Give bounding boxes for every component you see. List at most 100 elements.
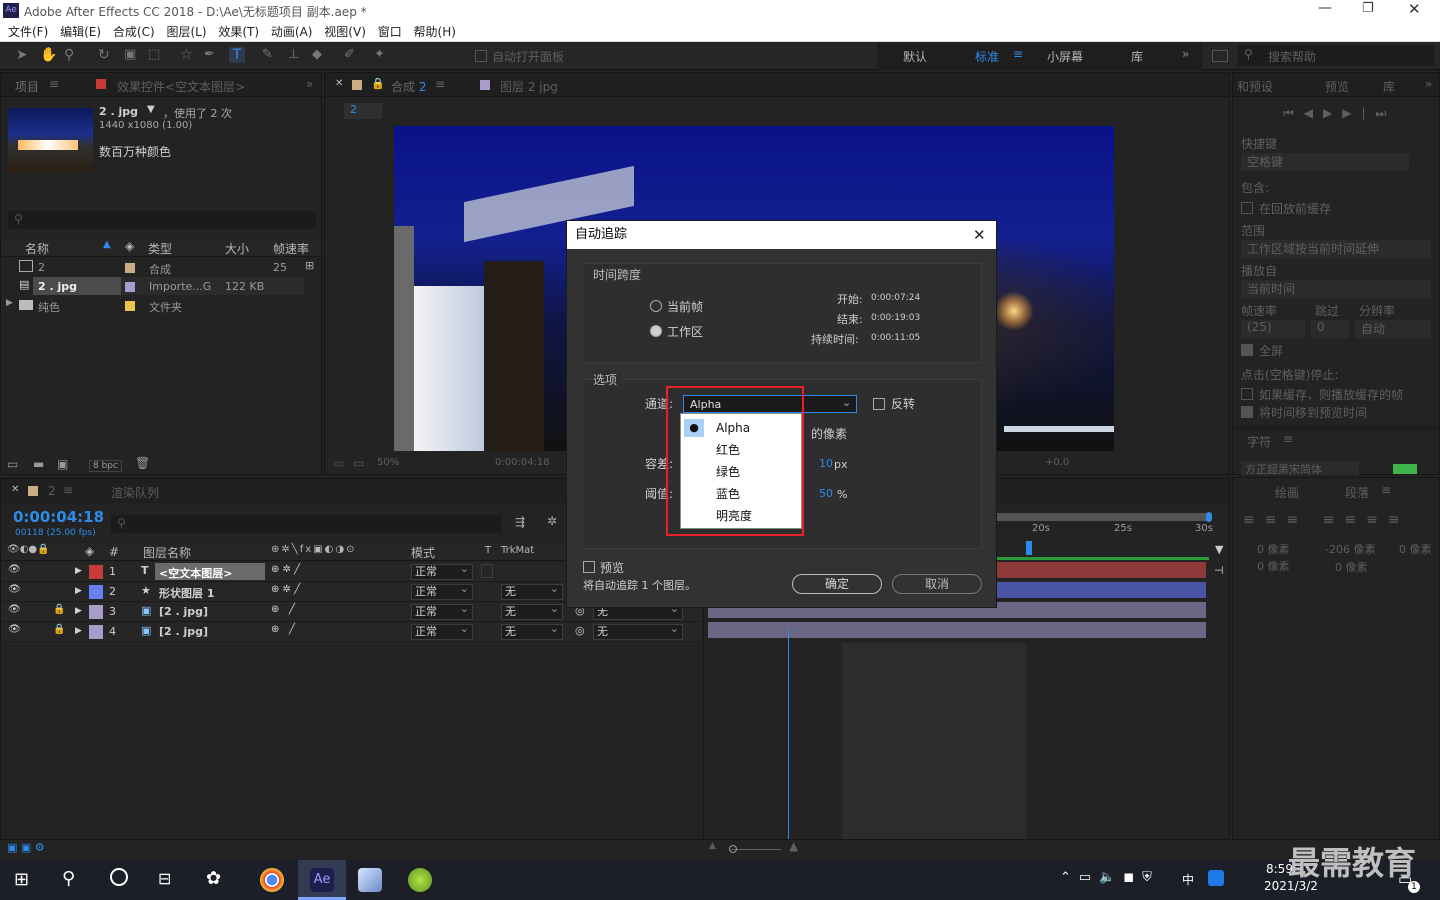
layer-name[interactable]: 形状图层 1 (159, 585, 214, 601)
expand-arrow-icon[interactable]: ▶ (75, 566, 82, 576)
menu-composition[interactable]: 合成(C) (113, 22, 155, 42)
layer-bar-4[interactable] (708, 622, 1206, 638)
ime-indicator[interactable]: 中 (1182, 871, 1194, 888)
layer-switch-icons[interactable]: ⊕ ╱ (271, 604, 295, 615)
snapshot-icon[interactable]: ▭ (333, 456, 344, 470)
col-type[interactable]: 类型 (148, 240, 172, 257)
zoom-in-icon[interactable]: ▲ (789, 839, 798, 853)
layer-mode-select[interactable]: 正常 (411, 602, 473, 620)
move-time-checkbox[interactable] (1241, 406, 1253, 418)
menu-effect[interactable]: 效果(T) (218, 22, 259, 42)
more-panels-icon[interactable]: » (1425, 77, 1432, 91)
close-tab-icon[interactable]: ✕ (335, 78, 343, 89)
layer-mode-select[interactable]: 正常 (411, 622, 473, 640)
menu-view[interactable]: 视图(V) (324, 22, 366, 42)
playback-controls[interactable]: ⏮◀▶▶|⏭ (1283, 106, 1396, 121)
lock-icon[interactable]: 🔒 (53, 624, 65, 635)
zoom-out-icon[interactable]: ▲ (709, 841, 716, 851)
shape-tool-icon[interactable]: ☆ (180, 47, 196, 63)
radio-current-frame[interactable] (650, 300, 662, 312)
trash-icon[interactable]: 🗑 (135, 456, 150, 470)
layer-switch-icons[interactable]: ⊕ ╱ (271, 624, 295, 635)
layer-switch-icons[interactable]: ⊕ ✲ ╱ (271, 584, 300, 595)
layer-name[interactable]: <空文本图层> (159, 565, 232, 581)
workspace-standard[interactable]: 标准 (975, 48, 999, 65)
menu-edit[interactable]: 编辑(E) (60, 22, 101, 42)
camera-tool-icon[interactable]: ▣ (124, 47, 140, 63)
minimize-button[interactable]: — (1318, 0, 1332, 16)
fps-select[interactable]: (25) (1241, 320, 1305, 338)
layer-name[interactable]: [2 . jpg] (159, 625, 208, 638)
timeline-search[interactable]: ⚲ (111, 515, 501, 533)
timeline-timecode[interactable]: 0:00:04:18 (13, 508, 104, 526)
clone-stamp-tool-icon[interactable]: ⊥ (288, 47, 304, 63)
timeline-nav-icon[interactable]: ⊣ (1214, 564, 1224, 577)
col-mode[interactable]: 模式 (411, 544, 435, 561)
task-view-icon[interactable]: ⊟ (158, 869, 171, 888)
visibility-icon[interactable]: 👁 (8, 564, 21, 575)
dialog-close-icon[interactable]: ✕ (973, 221, 986, 249)
character-menu-icon[interactable]: ≡ (1283, 432, 1293, 446)
zoom-slider[interactable]: ▲ ▲ (709, 839, 805, 855)
expand-arrow-icon[interactable]: ▶ (6, 298, 13, 308)
parent-pickwhip-icon[interactable]: ◎ (575, 624, 585, 637)
ok-button[interactable]: 确定 (792, 574, 882, 594)
paragraph-menu-icon[interactable]: ≡ (1381, 483, 1391, 497)
close-tab-icon[interactable]: ✕ (11, 484, 19, 495)
eraser-tool-icon[interactable]: ◆ (312, 47, 328, 63)
expand-arrow-icon[interactable]: ▶ (75, 586, 82, 596)
tab-effects-presets[interactable]: 和预设 (1237, 78, 1273, 95)
tab-preview[interactable]: 预览 (1325, 78, 1349, 95)
range-select[interactable]: 工作区域按当前时间延伸 (1241, 240, 1431, 258)
menu-window[interactable]: 窗口 (378, 22, 402, 42)
timeline-menu-icon[interactable]: ≡ (63, 483, 73, 497)
tab-project[interactable]: 项目 (15, 78, 39, 95)
col-name[interactable]: 名称 (25, 240, 49, 257)
pan-behind-tool-icon[interactable]: ⬚ (148, 47, 164, 63)
workspace-library[interactable]: 库 (1131, 48, 1143, 65)
new-folder-icon[interactable]: ▬ (33, 457, 44, 471)
cache-play-checkbox[interactable] (1241, 388, 1253, 400)
workspace-default[interactable]: 默认 (903, 48, 927, 65)
play-from-select[interactable]: 当前时间 (1241, 280, 1431, 298)
visibility-icon[interactable]: 👁 (8, 584, 21, 595)
workspace-small-screen[interactable]: 小屏幕 (1047, 48, 1083, 65)
restore-button[interactable]: ❐ (1362, 1, 1374, 16)
comp-menu-icon[interactable]: ≡ (435, 77, 445, 91)
tray-icons[interactable]: ⌃▭🔈◼⛨ (1060, 870, 1160, 885)
font-select[interactable]: 方正超黑宋简体 (1241, 461, 1359, 475)
display-icon[interactable]: ▭ (353, 456, 364, 470)
search-help-box[interactable]: ⚲ 搜索帮助 (1238, 45, 1434, 66)
lock-icon[interactable]: 🔒 (371, 77, 385, 90)
menu-help[interactable]: 帮助(H) (414, 22, 456, 42)
indent-right-value[interactable]: 0 像素 (1399, 541, 1432, 557)
layer-name[interactable]: [2 . jpg] (159, 605, 208, 618)
zoom-handle[interactable] (729, 845, 737, 853)
threshold-value[interactable]: 50 (819, 487, 833, 500)
selection-tool-icon[interactable]: ➤ (16, 47, 32, 63)
tolerance-value[interactable]: 10 (819, 457, 833, 470)
sync-icon[interactable] (1212, 50, 1228, 62)
workspace-menu-icon[interactable]: ≡ (1013, 47, 1023, 61)
tab-timeline-comp[interactable]: 2 (48, 484, 56, 498)
resolution-select[interactable]: 自动 (1355, 320, 1431, 338)
space-after-value[interactable]: 0 像素 (1335, 559, 1368, 575)
sort-icon[interactable]: ▲ (103, 239, 111, 250)
qq-icon[interactable] (1208, 870, 1224, 886)
layer-mode-select[interactable]: 正常 (411, 582, 473, 600)
bpc-label[interactable]: 8 bpc (89, 460, 122, 472)
project-row[interactable]: ▶ 纯色 文件夹 (1, 296, 321, 316)
space-before-value[interactable]: 0 像素 (1257, 558, 1290, 574)
radio-work-area[interactable] (650, 325, 662, 337)
col-trkmat[interactable]: TrkMat (501, 545, 534, 556)
flowchart-icon[interactable]: ⊞ (305, 259, 314, 272)
visibility-icon[interactable]: 👁 (8, 604, 21, 615)
col-layer-name[interactable]: 图层名称 (143, 544, 191, 561)
label-column-icon[interactable]: ◈ (125, 239, 134, 253)
layer-row[interactable]: 👁 🔒 ▶ 4 ▣ [2 . jpg] ⊕ ╱ 正常 无 ◎ 无 (1, 622, 701, 642)
rotate-tool-icon[interactable]: ↻ (98, 47, 114, 63)
shortcut-select[interactable]: 空格键 (1241, 153, 1409, 171)
menu-file[interactable]: 文件(F) (8, 22, 48, 42)
trkmat-select[interactable]: 无 (501, 602, 563, 620)
align-buttons[interactable]: ≡≡≡ ≡≡≡≡ (1243, 512, 1410, 528)
